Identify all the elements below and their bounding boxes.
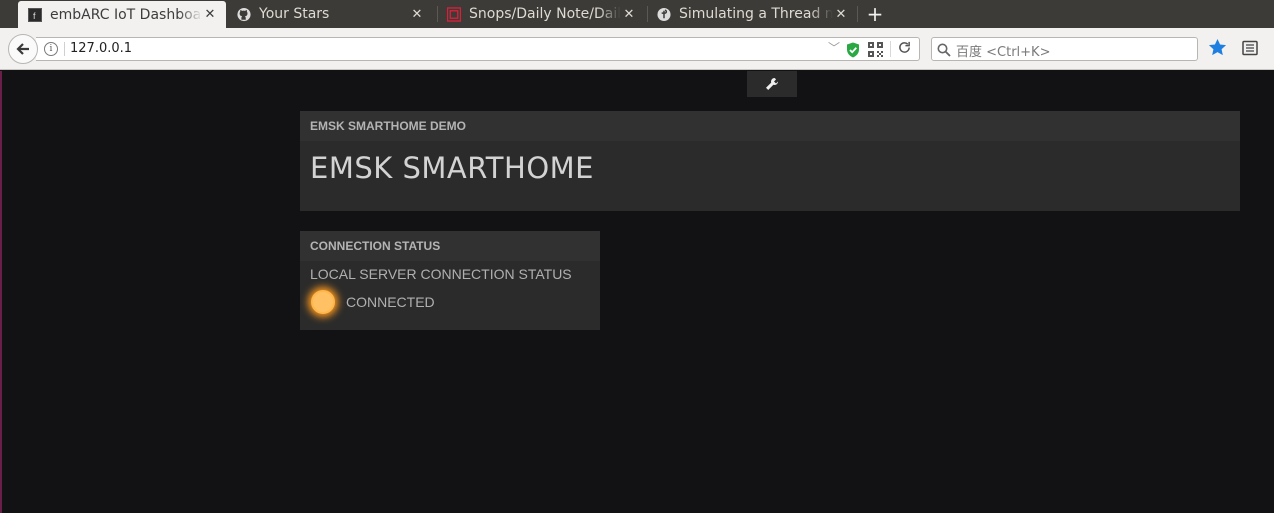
arrow-left-icon <box>16 43 29 55</box>
connection-status-pane: CONNECTION STATUS LOCAL SERVER CONNECTIO… <box>300 231 600 330</box>
tab-snops-daily-note[interactable]: Snops/Daily Note/Daily ✕ <box>437 0 645 28</box>
site-info-icon[interactable]: i <box>44 42 58 56</box>
github-icon <box>237 7 251 21</box>
status-indicator-light <box>311 290 335 314</box>
settings-button[interactable] <box>747 71 797 97</box>
smarthome-demo-pane: EMSK SMARTHOME DEMO EMSK SMARTHOME <box>300 111 1240 211</box>
pane-header: CONNECTION STATUS <box>300 231 600 261</box>
reader-view-icon[interactable] <box>1242 40 1258 60</box>
search-bar[interactable]: 百度 <Ctrl+K> <box>931 37 1198 61</box>
pane-header: EMSK SMARTHOME DEMO <box>300 111 1240 141</box>
search-placeholder: 百度 <Ctrl+K> <box>956 45 1051 60</box>
tab-your-stars[interactable]: Your Stars ✕ <box>227 0 433 28</box>
url-text[interactable]: 127.0.0.1 <box>70 41 132 56</box>
url-separator <box>890 41 891 57</box>
back-button[interactable] <box>8 34 38 64</box>
reload-icon[interactable] <box>898 41 911 58</box>
tab-close-icon[interactable]: ✕ <box>833 7 849 22</box>
tab-close-icon[interactable]: ✕ <box>409 7 425 22</box>
search-icon <box>937 42 951 61</box>
tab-simulating-thread[interactable]: Simulating a Thread network ✕ <box>647 0 857 28</box>
navigation-bar: i 127.0.0.1 ﹀ 百度 <Ctrl+K> <box>0 28 1274 70</box>
wrench-icon <box>766 78 778 90</box>
thread-icon <box>657 7 671 21</box>
url-separator <box>64 42 65 56</box>
bookmark-star-icon[interactable] <box>1208 38 1227 61</box>
tab-title: Snops/Daily Note/Daily <box>469 6 621 22</box>
tab-title: Simulating a Thread network <box>679 6 833 22</box>
page-title: EMSK SMARTHOME <box>310 151 594 185</box>
red-app-icon <box>447 6 461 22</box>
connection-state: CONNECTED <box>346 294 435 310</box>
framed-f-icon: f <box>28 7 42 22</box>
chevron-down-icon[interactable]: ﹀ <box>828 39 840 56</box>
tab-title: embARC IoT Dashboard <box>50 6 202 23</box>
qr-code-icon[interactable] <box>868 42 883 61</box>
tab-close-icon[interactable]: ✕ <box>202 7 218 22</box>
tab-strip: f embARC IoT Dashboard ✕ Your Stars ✕ Sn… <box>0 0 1274 28</box>
connection-label: LOCAL SERVER CONNECTION STATUS <box>310 266 572 282</box>
tab-close-icon[interactable]: ✕ <box>621 7 637 22</box>
shield-icon[interactable] <box>846 42 860 62</box>
tab-embarc-dashboard[interactable]: f embARC IoT Dashboard ✕ <box>18 1 226 28</box>
url-bar[interactable]: i 127.0.0.1 ﹀ <box>36 37 920 61</box>
dashboard-page: EMSK SMARTHOME DEMO EMSK SMARTHOME CONNE… <box>0 71 1274 513</box>
tab-separator <box>857 6 858 22</box>
new-tab-button[interactable]: + <box>864 0 886 28</box>
tab-title: Your Stars <box>259 6 330 22</box>
